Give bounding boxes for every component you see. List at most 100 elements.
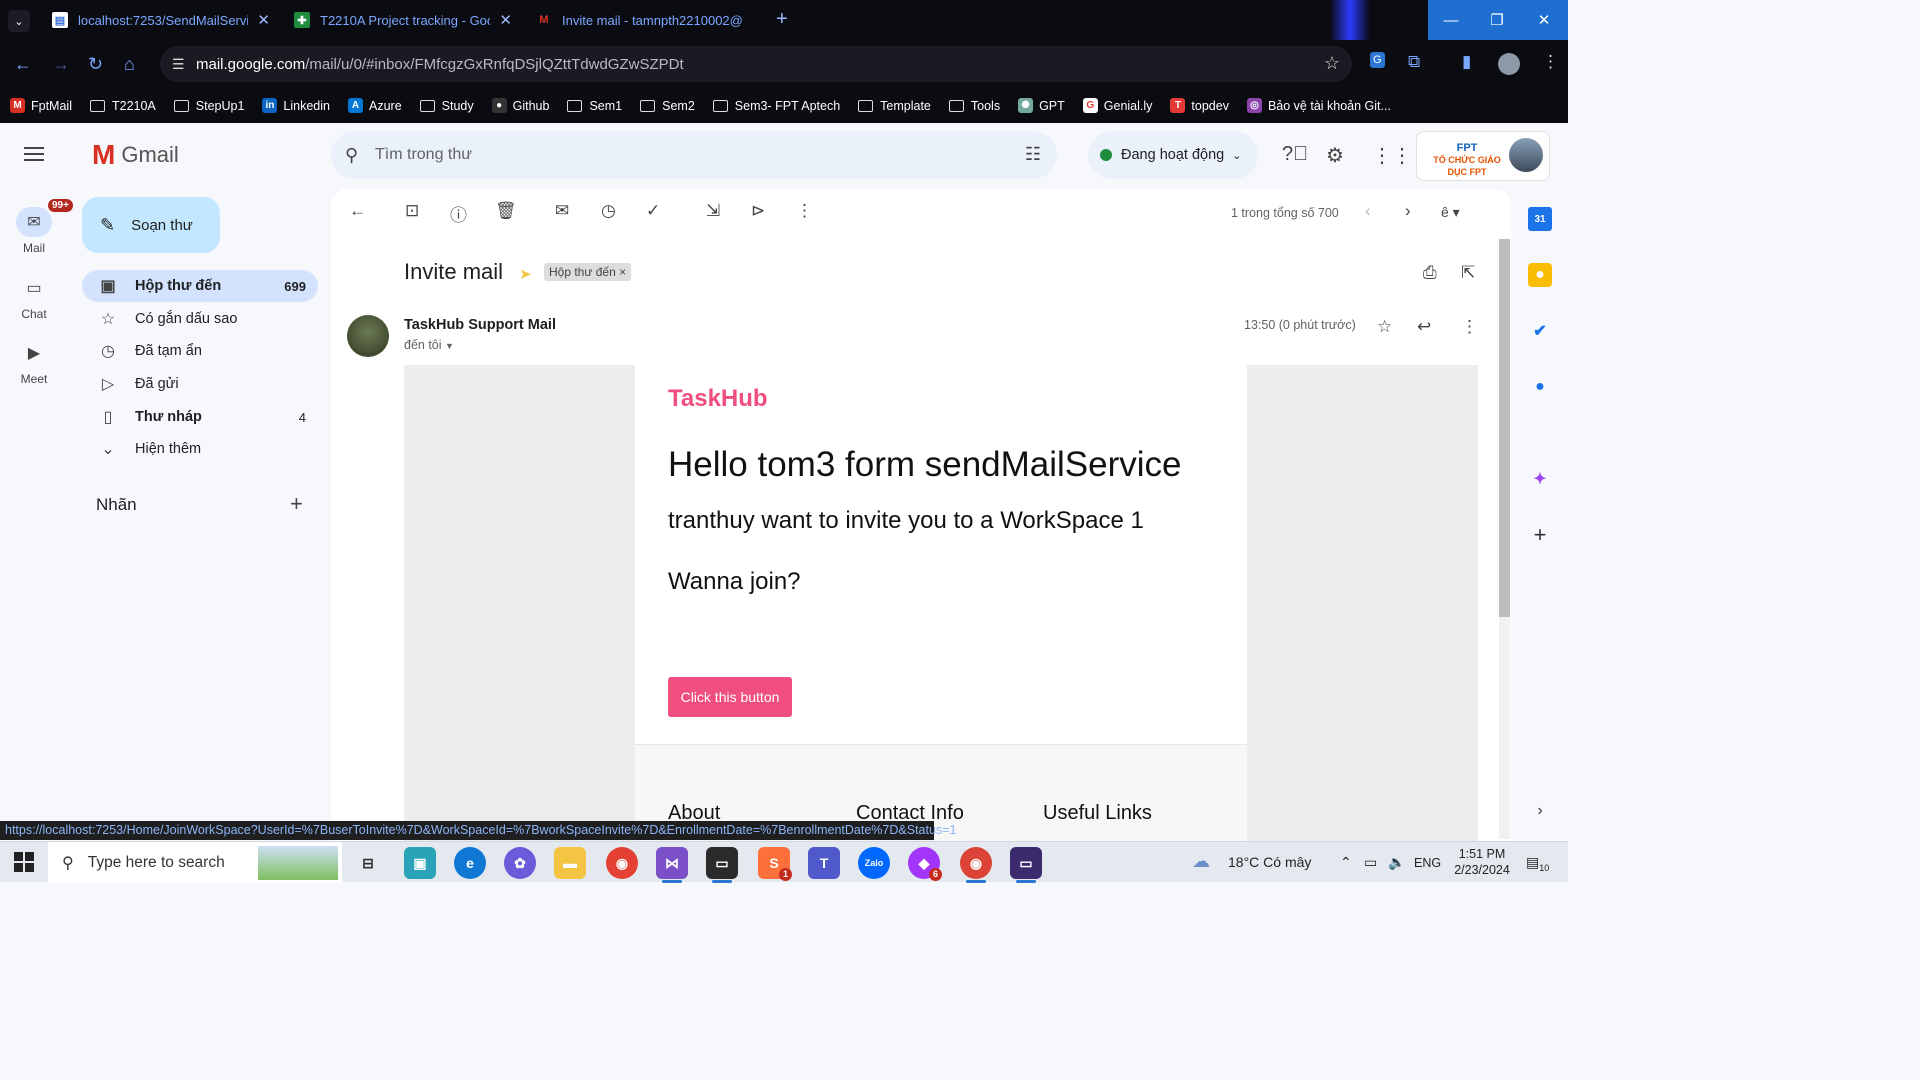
- email-more-icon[interactable]: ⋮: [1461, 317, 1478, 337]
- move-to-icon[interactable]: ⇲: [706, 201, 720, 221]
- rail-item-meet[interactable]: ▶ Meet: [0, 338, 68, 386]
- remove-label-icon[interactable]: ×: [619, 265, 626, 279]
- more-actions-icon[interactable]: ⋮: [796, 201, 813, 221]
- bookmark-item[interactable]: StepUp1: [173, 99, 244, 113]
- folder-more[interactable]: ⌄ Hiện thêm: [82, 433, 318, 465]
- skype-icon[interactable]: S1: [758, 847, 792, 881]
- tab-close-icon[interactable]: ✕: [257, 11, 270, 29]
- reload-icon[interactable]: ↻: [88, 54, 103, 75]
- calendar-icon[interactable]: 31: [1528, 207, 1552, 231]
- open-new-window-icon[interactable]: ⇱: [1461, 263, 1475, 283]
- rail-item-chat[interactable]: ▭ Chat: [0, 273, 68, 321]
- status-selector[interactable]: Đang hoạt động ⌄: [1088, 131, 1258, 179]
- minimize-button[interactable]: —: [1428, 0, 1474, 40]
- bookmark-item[interactable]: in Linkedin: [262, 98, 330, 113]
- weather-text[interactable]: 18°C Có mây: [1228, 854, 1311, 870]
- search-options-icon[interactable]: ☷: [1025, 144, 1041, 165]
- profile-avatar[interactable]: [1498, 53, 1520, 75]
- extensions-icon[interactable]: ⧉: [1408, 52, 1420, 72]
- bookmark-item[interactable]: ● Github: [491, 98, 549, 113]
- file-explorer-icon[interactable]: ▬: [554, 847, 586, 879]
- bookmark-star-icon[interactable]: ☆: [1324, 53, 1340, 74]
- folder-snoozed[interactable]: ◷ Đã tạm ẩn: [82, 335, 318, 367]
- get-addons-icon[interactable]: +: [1528, 522, 1552, 547]
- bookmark-item[interactable]: Study: [419, 99, 474, 113]
- home-icon[interactable]: ⌂: [124, 54, 135, 75]
- bookmark-item[interactable]: Sem3- FPT Aptech: [712, 99, 840, 113]
- tab-project-tracking[interactable]: ✚ T2210A Project tracking - Goog ✕: [284, 0, 522, 40]
- mark-unread-icon[interactable]: ✉: [555, 201, 569, 221]
- folder-starred[interactable]: ☆ Có gắn dấu sao: [82, 303, 318, 335]
- sender-avatar[interactable]: [347, 315, 389, 357]
- tray-chevron-icon[interactable]: ⌃: [1340, 854, 1352, 871]
- bookmark-item[interactable]: ✺ GPT: [1018, 98, 1065, 113]
- bookmark-item[interactable]: Template: [858, 99, 931, 113]
- system-clock[interactable]: 1:51 PM 2/23/2024: [1452, 846, 1512, 878]
- tasks-icon[interactable]: ✔: [1528, 319, 1552, 343]
- copilot-icon[interactable]: ✿: [504, 847, 536, 879]
- forward-icon[interactable]: →: [52, 54, 70, 75]
- scrollbar[interactable]: [1499, 239, 1510, 839]
- language-indicator[interactable]: ENG: [1414, 856, 1441, 870]
- add-task-icon[interactable]: ✓: [646, 201, 660, 221]
- chrome-icon[interactable]: ◉: [606, 847, 638, 879]
- folder-inbox[interactable]: ▣ Hộp thư đến 699: [82, 270, 318, 302]
- tab-invite-mail[interactable]: M Invite mail - tamnpth2210002@: [526, 0, 764, 40]
- tab-close-icon[interactable]: ✕: [499, 11, 512, 29]
- bookmark-item[interactable]: T2210A: [89, 99, 156, 113]
- account-switcher[interactable]: FPT TỔ CHỨC GIÁO DỤC FPT: [1416, 131, 1550, 181]
- print-icon[interactable]: ⎙: [1423, 263, 1437, 283]
- label-icon[interactable]: ⊳: [751, 201, 765, 221]
- photos-app-icon[interactable]: ▣: [404, 847, 436, 879]
- keep-icon[interactable]: ●: [1528, 263, 1552, 287]
- rail-item-mail[interactable]: ✉ 99+ Mail: [0, 199, 73, 255]
- bookmark-item[interactable]: A Azure: [348, 98, 402, 113]
- bookmark-item[interactable]: Tools: [948, 99, 1000, 113]
- scrollbar-thumb[interactable]: [1499, 239, 1510, 617]
- contacts-icon[interactable]: ●: [1528, 375, 1552, 399]
- console-icon[interactable]: ▭: [1010, 847, 1042, 883]
- messenger-icon[interactable]: ◆ 6: [908, 847, 942, 881]
- newer-icon[interactable]: ‹: [1365, 201, 1371, 221]
- terminal-icon[interactable]: ▭: [706, 847, 738, 883]
- task-view-icon[interactable]: ⊟: [352, 847, 384, 879]
- bookmark-item[interactable]: ◎ Bảo vệ tài khoản Git...: [1246, 98, 1391, 113]
- notification-icon[interactable]: ▤10: [1526, 854, 1549, 873]
- restore-button[interactable]: ❐: [1474, 0, 1520, 40]
- omnibox[interactable]: ☰ mail.google.com/mail/u/0/#inbox/FMfcgz…: [160, 46, 1352, 82]
- translate-extension-icon[interactable]: G: [1370, 52, 1385, 68]
- sender-name[interactable]: TaskHub Support Mail: [404, 317, 556, 333]
- help-icon[interactable]: ?⃝: [1282, 143, 1308, 166]
- archive-icon[interactable]: ⊡: [405, 201, 419, 221]
- gmail-logo[interactable]: M Gmail: [92, 139, 179, 171]
- zalo-icon[interactable]: Zalo: [858, 847, 890, 879]
- search-bar[interactable]: ⚲ Tìm trong thư ☷: [331, 131, 1057, 179]
- bookmark-item[interactable]: G Genial.ly: [1082, 98, 1152, 113]
- back-to-inbox-icon[interactable]: ←: [349, 201, 366, 221]
- snooze-icon[interactable]: ◷: [601, 201, 616, 221]
- browser-menu-icon[interactable]: ⋮: [1542, 52, 1559, 72]
- older-icon[interactable]: ›: [1405, 201, 1411, 221]
- main-menu-icon[interactable]: [24, 147, 44, 161]
- visual-studio-icon[interactable]: ⋈: [656, 847, 688, 883]
- folder-drafts[interactable]: ▯ Thư nháp 4: [82, 401, 318, 433]
- importance-marker-icon[interactable]: ➤: [519, 265, 532, 283]
- folder-sent[interactable]: ▷ Đã gửi: [82, 368, 318, 400]
- new-tab-button[interactable]: +: [776, 8, 788, 31]
- teams-icon[interactable]: T: [808, 847, 840, 879]
- add-label-icon[interactable]: +: [290, 491, 303, 517]
- star-email-icon[interactable]: ☆: [1377, 317, 1392, 337]
- back-icon[interactable]: ←: [14, 54, 32, 75]
- bookmark-item[interactable]: M FptMail: [10, 98, 72, 113]
- join-workspace-button[interactable]: Click this button: [668, 677, 792, 717]
- compose-button[interactable]: ✎ Soạn thư: [82, 197, 220, 253]
- report-spam-icon[interactable]: ⓘ: [450, 201, 467, 226]
- search-icon[interactable]: ⚲: [345, 145, 375, 166]
- battery-icon[interactable]: ▭: [1364, 854, 1377, 871]
- recipient-details[interactable]: đến tôi ▼: [404, 338, 454, 352]
- reply-icon[interactable]: ↩: [1417, 317, 1431, 337]
- settings-gear-icon[interactable]: ⚙: [1326, 143, 1344, 168]
- bookmark-item[interactable]: Ttopdev: [1170, 98, 1229, 113]
- close-window-button[interactable]: ✕: [1520, 0, 1568, 40]
- taskbar-search[interactable]: ⚲ Type here to search: [48, 842, 342, 883]
